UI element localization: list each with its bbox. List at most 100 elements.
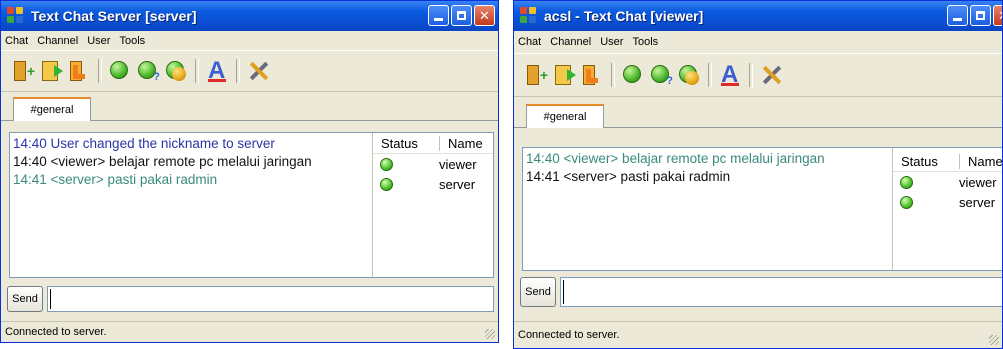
user-list-header: Status Name [893,151,1002,172]
tools-icon[interactable] [759,63,783,87]
minimize-button[interactable] [428,5,449,26]
viewer-chat-window: acsl - Text Chat [viewer] ✕ Chat Channel… [513,0,1003,349]
menu-user[interactable]: User [600,36,623,48]
status-bar: Connected to server. [514,321,1002,348]
user-name: server [959,194,996,210]
menu-tools[interactable]: Tools [119,35,145,47]
close-button[interactable]: ✕ [474,5,495,26]
user-list-header: Status Name [373,133,493,154]
message-line: 14:41 <server> pasti pakai radmin [13,172,218,187]
maximize-icon [976,11,985,20]
menu-bar: Chat Channel User Tools [1,31,498,50]
minimize-icon [953,18,962,21]
close-icon: ✕ [998,8,1002,24]
user-avatar-icon[interactable] [164,59,188,83]
status-bar: Connected to server. [1,321,498,342]
toolbar-separator [98,59,102,83]
user-name: server [439,176,476,192]
close-button[interactable]: ✕ [993,5,1002,26]
font-icon[interactable]: A [718,61,742,88]
menu-channel[interactable]: Channel [37,35,78,47]
user-row[interactable]: viewer [893,172,1002,192]
message-line: 14:41 <server> pasti pakai radmin [526,169,731,184]
toolbar: + ? A [514,53,1002,97]
toolbar-separator [195,59,199,83]
tab-general[interactable]: #general [526,104,604,128]
toolbar: + ? A [1,50,498,92]
user-row[interactable]: server [893,192,1002,212]
join-channel-icon[interactable]: + [11,59,35,83]
status-text: Connected to server. [518,329,620,341]
resize-grip-icon[interactable] [485,329,495,339]
chat-area: 14:40 <viewer> belajar remote pc melalui… [522,147,1002,271]
online-status-icon [900,195,913,209]
user-avatar-icon[interactable] [677,63,701,87]
menu-bar: Chat Channel User Tools [514,31,1002,53]
menu-channel[interactable]: Channel [550,36,591,48]
app-icon [520,7,538,25]
exit-icon[interactable] [580,63,604,87]
message-line: 14:40 User changed the nickname to serve… [13,136,275,151]
channel-tabs: #general [1,92,498,121]
status-column-header[interactable]: Status [893,153,960,169]
font-icon[interactable]: A [205,57,229,84]
toolbar-separator [611,63,615,87]
user-list: Status Name viewer server [373,133,493,277]
message-input[interactable] [560,277,1002,307]
tools-icon[interactable] [246,59,270,83]
channel-tabs: #general [514,97,1002,128]
send-button[interactable]: Send [520,277,556,307]
maximize-button[interactable] [451,5,472,26]
chat-area: 14:40 User changed the nickname to serve… [9,132,494,278]
join-channel-icon[interactable]: + [524,63,548,87]
status-text: Connected to server. [5,326,107,338]
online-status-icon [380,177,393,191]
user-question-icon[interactable]: ? [136,59,160,83]
message-input[interactable] [47,286,494,312]
user-row[interactable]: viewer [373,154,493,174]
toolbar-separator [708,63,712,87]
app-icon [7,7,25,25]
maximize-button[interactable] [970,5,991,26]
user-question-icon[interactable]: ? [649,63,673,87]
maximize-icon [457,11,466,20]
send-button[interactable]: Send [7,286,43,312]
status-column-header[interactable]: Status [373,135,440,151]
menu-tools[interactable]: Tools [632,36,658,48]
user-name: viewer [439,156,477,172]
online-status-icon [380,157,393,171]
leave-channel-icon[interactable] [552,63,576,87]
message-line: 14:40 <viewer> belajar remote pc melalui… [13,154,312,169]
minimize-icon [434,18,443,21]
minimize-button[interactable] [947,5,968,26]
resize-grip-icon[interactable] [989,335,999,345]
server-chat-window: Text Chat Server [server] ✕ Chat Channel… [0,0,499,343]
tab-general[interactable]: #general [13,97,91,121]
message-line: 14:40 <viewer> belajar remote pc melalui… [526,151,825,166]
close-icon: ✕ [479,7,490,23]
window-title: Text Chat Server [server] [31,8,197,24]
user-row[interactable]: server [373,174,493,194]
name-column-header[interactable]: Name [960,154,1002,169]
input-row: Send [520,275,1002,309]
menu-chat[interactable]: Chat [518,36,541,48]
text-caret [563,280,564,304]
name-column-header[interactable]: Name [440,136,483,151]
title-bar[interactable]: acsl - Text Chat [viewer] ✕ [514,1,1002,31]
message-log: 14:40 <viewer> belajar remote pc melalui… [523,148,893,270]
toolbar-separator [236,59,240,83]
user-list: Status Name viewer server [893,148,1002,270]
exit-icon[interactable] [67,59,91,83]
message-log: 14:40 User changed the nickname to serve… [10,133,373,277]
menu-user[interactable]: User [87,35,110,47]
text-caret [50,289,51,309]
menu-chat[interactable]: Chat [5,35,28,47]
title-bar[interactable]: Text Chat Server [server] ✕ [1,1,498,31]
input-row: Send [7,284,494,314]
leave-channel-icon[interactable] [39,59,63,83]
user-info-icon[interactable] [621,63,645,87]
user-info-icon[interactable] [108,59,132,83]
toolbar-separator [749,63,753,87]
window-title: acsl - Text Chat [viewer] [544,8,704,24]
online-status-icon [900,175,913,189]
